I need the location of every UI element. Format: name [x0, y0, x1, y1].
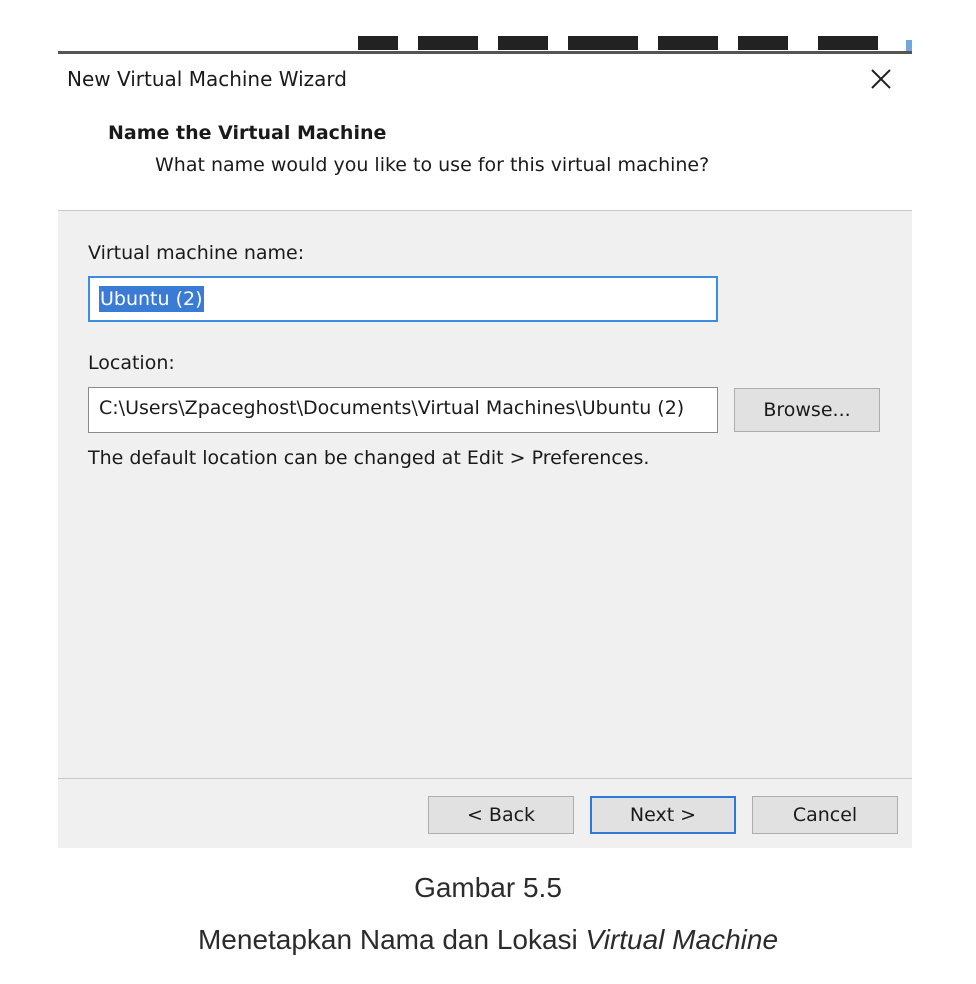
- location-hint: The default location can be changed at E…: [88, 447, 650, 469]
- location-label: Location:: [88, 352, 175, 374]
- caption-text: Menetapkan Nama dan Lokasi: [197, 924, 586, 955]
- new-vm-wizard-dialog: New Virtual Machine Wizard Name the Virt…: [58, 54, 912, 848]
- close-icon[interactable]: [864, 64, 898, 96]
- figure-number: Gambar 5.5: [414, 872, 562, 903]
- back-button[interactable]: < Back: [428, 796, 574, 834]
- wizard-header: Name the Virtual Machine What name would…: [58, 102, 912, 211]
- header-subtitle: What name would you like to use for this…: [155, 154, 710, 176]
- page: New Virtual Machine Wizard Name the Virt…: [0, 0, 976, 984]
- vm-name-value: Ubuntu (2): [99, 286, 204, 312]
- figure-caption: Menetapkan Nama dan Lokasi Virtual Machi…: [0, 924, 976, 956]
- next-button[interactable]: Next >: [590, 796, 736, 834]
- cancel-button[interactable]: Cancel: [752, 796, 898, 834]
- location-input[interactable]: C:\Users\Zpaceghost\Documents\Virtual Ma…: [88, 387, 718, 433]
- vm-name-input[interactable]: Ubuntu (2): [88, 276, 718, 322]
- title-bar: New Virtual Machine Wizard: [58, 54, 912, 102]
- footer-divider: [58, 778, 912, 779]
- header-title: Name the Virtual Machine: [108, 122, 387, 144]
- dialog-title: New Virtual Machine Wizard: [67, 67, 347, 91]
- browse-button[interactable]: Browse...: [734, 388, 880, 432]
- location-value: C:\Users\Zpaceghost\Documents\Virtual Ma…: [99, 397, 685, 419]
- vm-name-label: Virtual machine name:: [88, 242, 305, 264]
- caption-italic: Virtual Machine: [585, 924, 779, 955]
- background-window-strip: [58, 36, 912, 54]
